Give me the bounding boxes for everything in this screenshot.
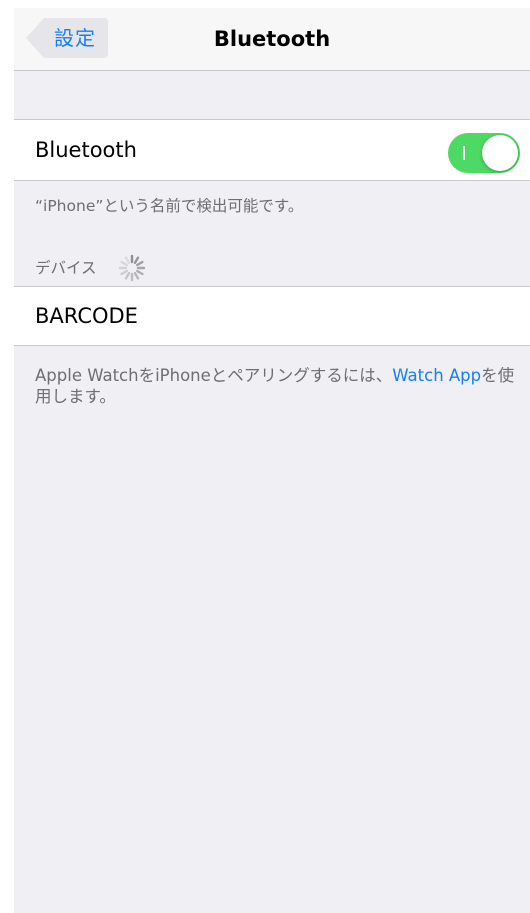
navigation-bar: 設定 Bluetooth [14,8,530,71]
toggle-knob [482,135,518,171]
devices-section-header: デバイス [35,259,97,277]
bluetooth-settings-screen: 設定 Bluetooth Bluetooth “iPhone”という名前で検出可… [14,8,530,913]
watch-app-link[interactable]: Watch App [392,366,481,385]
page-title: Bluetooth [213,27,331,51]
discoverable-note: “iPhone”という名前で検出可能です。 [35,197,304,215]
activity-spinner-icon [118,254,146,282]
footer-text-before: Apple WatchをiPhoneとペアリングするには、 [35,366,393,385]
apple-watch-footer: Apple WatchをiPhoneとペアリングするには、Watch Appを使… [35,365,523,407]
bluetooth-toggle-switch[interactable] [448,133,520,173]
device-name: BARCODE [35,304,138,328]
device-row[interactable]: BARCODE [14,286,530,346]
toggle-on-mark [463,146,465,160]
bluetooth-toggle-row: Bluetooth [14,119,530,181]
bluetooth-label: Bluetooth [35,138,137,162]
